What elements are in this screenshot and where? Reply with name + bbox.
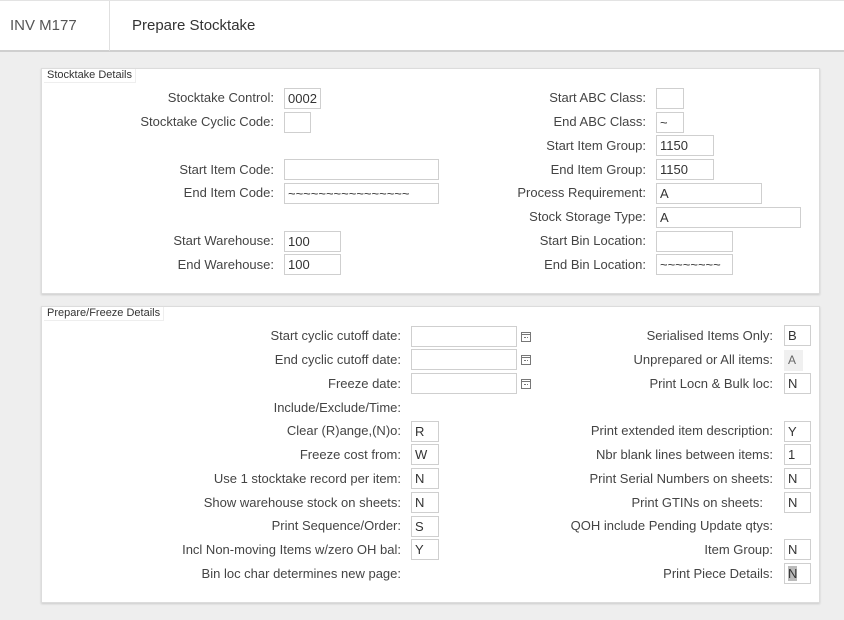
serialised-items-label: Serialised Items Only:: [646, 328, 773, 343]
page-header: INV M177 Prepare Stocktake: [0, 0, 844, 52]
stocktake-details-panel: Stocktake Details Stocktake Control: 000…: [41, 68, 820, 294]
show-warehouse-stock-label: Show warehouse stock on sheets:: [203, 495, 401, 510]
stocktake-control-label: Stocktake Control:: [167, 90, 274, 105]
calendar-icon[interactable]: [521, 332, 531, 342]
item-group-field[interactable]: N: [784, 539, 811, 560]
start-cyclic-cutoff-date-field[interactable]: [411, 326, 517, 347]
process-requirement-label: Process Requirement:: [517, 185, 646, 200]
end-item-code-field[interactable]: ~~~~~~~~~~~~~~~~: [284, 183, 439, 204]
unprepared-all-label: Unprepared or All items:: [633, 352, 773, 367]
end-bin-location-label: End Bin Location:: [544, 257, 646, 272]
start-bin-location-label: Start Bin Location:: [539, 233, 646, 248]
print-serial-numbers-field[interactable]: N: [784, 468, 811, 489]
use-one-record-field[interactable]: N: [411, 468, 439, 489]
start-warehouse-field[interactable]: 100: [284, 231, 341, 252]
print-extended-desc-field[interactable]: Y: [784, 421, 811, 442]
stock-storage-type-field[interactable]: A: [656, 207, 801, 228]
nbr-blank-lines-label: Nbr blank lines between items:: [595, 447, 773, 462]
use-one-record-label: Use 1 stocktake record per item:: [213, 471, 401, 486]
incl-nonmoving-field[interactable]: Y: [411, 539, 439, 560]
nbr-blank-lines-field[interactable]: 1: [784, 444, 811, 465]
clear-range-field[interactable]: R: [411, 421, 439, 442]
freeze-date-label: Freeze date:: [328, 376, 401, 391]
include-exclude-time-label: Include/Exclude/Time:: [273, 400, 401, 415]
print-sequence-field[interactable]: S: [411, 516, 439, 537]
process-requirement-field[interactable]: A: [656, 183, 762, 204]
qoh-pending-label: QOH include Pending Update qtys:: [570, 518, 773, 533]
print-serial-numbers-label: Print Serial Numbers on sheets:: [589, 471, 773, 486]
end-bin-location-field[interactable]: ~~~~~~~~: [656, 254, 733, 275]
stocktake-details-legend: Stocktake Details: [44, 69, 136, 83]
print-piece-details-field[interactable]: N: [784, 563, 811, 584]
start-abc-class-label: Start ABC Class:: [549, 90, 646, 105]
show-warehouse-stock-field[interactable]: N: [411, 492, 439, 513]
print-sequence-label: Print Sequence/Order:: [271, 518, 401, 533]
prepare-freeze-details-panel: Prepare/Freeze Details Start cyclic cuto…: [41, 306, 820, 603]
end-cyclic-cutoff-date-field[interactable]: [411, 349, 517, 370]
start-item-group-label: Start Item Group:: [546, 138, 646, 153]
start-abc-class-field[interactable]: [656, 88, 684, 109]
print-gtins-field[interactable]: N: [784, 492, 811, 513]
end-item-group-label: End Item Group:: [550, 162, 646, 177]
start-item-code-field[interactable]: [284, 159, 439, 180]
end-abc-class-label: End ABC Class:: [553, 114, 647, 129]
start-bin-location-field[interactable]: [656, 231, 733, 252]
stocktake-control-field[interactable]: 0002: [284, 88, 321, 109]
stocktake-cyclic-code-label: Stocktake Cyclic Code:: [140, 114, 274, 129]
unprepared-all-field: A: [784, 350, 803, 371]
start-cyclic-cutoff-date-label: Start cyclic cutoff date:: [270, 328, 401, 343]
freeze-cost-from-field[interactable]: W: [411, 444, 439, 465]
bin-loc-char-label: Bin loc char determines new page:: [201, 566, 401, 581]
print-gtins-label: Print GTINs on sheets:: [631, 495, 764, 510]
freeze-date-field[interactable]: [411, 373, 517, 394]
end-warehouse-field[interactable]: 100: [284, 254, 341, 275]
print-locn-bulk-field[interactable]: N: [784, 373, 811, 394]
prepare-freeze-details-legend: Prepare/Freeze Details: [44, 307, 165, 321]
end-warehouse-label: End Warehouse:: [177, 257, 274, 272]
stock-storage-type-label: Stock Storage Type:: [529, 209, 646, 224]
freeze-cost-from-label: Freeze cost from:: [299, 447, 401, 462]
print-piece-details-value: N: [788, 566, 798, 581]
item-group-label: Item Group:: [704, 542, 773, 557]
start-item-code-label: Start Item Code:: [179, 162, 274, 177]
start-warehouse-label: Start Warehouse:: [173, 233, 274, 248]
calendar-icon[interactable]: [521, 379, 531, 389]
program-code: INV M177: [0, 1, 110, 51]
print-locn-bulk-label: Print Locn & Bulk loc:: [649, 376, 773, 391]
stocktake-cyclic-code-field[interactable]: [284, 112, 311, 133]
start-item-group-field[interactable]: 1150: [656, 135, 714, 156]
incl-nonmoving-label: Incl Non-moving Items w/zero OH bal:: [182, 542, 401, 557]
page-title: Prepare Stocktake: [132, 17, 256, 34]
end-item-group-field[interactable]: 1150: [656, 159, 714, 180]
print-piece-details-label: Print Piece Details:: [663, 566, 773, 581]
end-item-code-label: End Item Code:: [183, 185, 274, 200]
end-abc-class-field[interactable]: ~: [656, 112, 684, 133]
end-cyclic-cutoff-date-label: End cyclic cutoff date:: [274, 352, 401, 367]
serialised-items-field[interactable]: B: [784, 325, 811, 346]
clear-range-label: Clear (R)ange,(N)o:: [286, 423, 401, 438]
print-extended-desc-label: Print extended item description:: [590, 423, 773, 438]
calendar-icon[interactable]: [521, 355, 531, 365]
